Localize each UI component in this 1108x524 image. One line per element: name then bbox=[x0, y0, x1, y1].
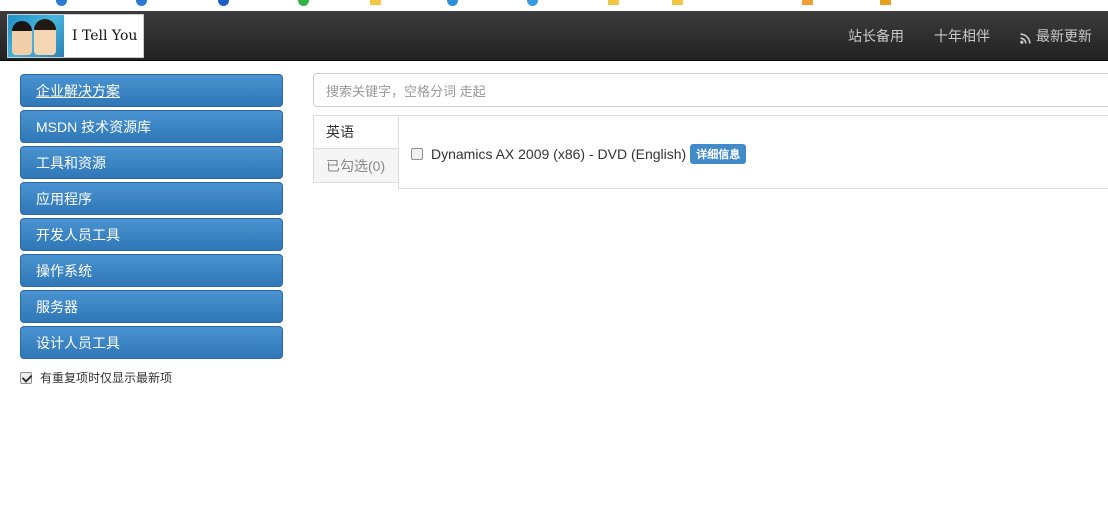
list-item: Dynamics AX 2009 (x86) - DVD (English) 详… bbox=[411, 144, 747, 164]
rss-icon bbox=[1020, 31, 1031, 44]
tab-selected[interactable]: 已勾选(0) bbox=[313, 149, 399, 183]
brand-text: I Tell You bbox=[72, 28, 138, 44]
tab-english[interactable]: 英语 bbox=[313, 115, 399, 149]
folder-icon[interactable] bbox=[672, 0, 686, 6]
sidebar-item-servers[interactable]: 服务器 bbox=[20, 290, 283, 323]
sidebar-item-operating-systems[interactable]: 操作系统 bbox=[20, 254, 283, 287]
sidebar-item-developer-tools[interactable]: 开发人员工具 bbox=[20, 218, 283, 251]
sidebar-item-applications[interactable]: 应用程序 bbox=[20, 182, 283, 215]
sidebar-item-designer-tools[interactable]: 设计人员工具 bbox=[20, 326, 283, 359]
nav-link-decade[interactable]: 十年相伴 bbox=[934, 26, 990, 46]
latest-only-option: 有重复项时仅显示最新项 bbox=[20, 369, 283, 386]
site-brand[interactable]: I Tell You bbox=[7, 14, 144, 58]
details-badge[interactable]: 详细信息 bbox=[690, 144, 747, 164]
search-input[interactable]: 搜索关键字，空格分词 走起 bbox=[313, 73, 1108, 107]
nav-link-webmaster[interactable]: 站长备用 bbox=[848, 26, 904, 46]
results-panel: Dynamics AX 2009 (x86) - DVD (English) 详… bbox=[398, 115, 1108, 189]
browser-bookmark-bar bbox=[0, 0, 1108, 11]
latest-only-checkbox[interactable] bbox=[20, 371, 32, 384]
sidebar-item-msdn-library[interactable]: MSDN 技术资源库 bbox=[20, 110, 283, 143]
logo-image bbox=[8, 15, 64, 57]
bookmark-icon[interactable] bbox=[218, 0, 232, 6]
category-sidebar: 企业解决方案 MSDN 技术资源库 工具和资源 应用程序 开发人员工具 操作系统… bbox=[20, 74, 283, 386]
latest-only-label: 有重复项时仅显示最新项 bbox=[40, 371, 173, 385]
nav-link-latest-updates[interactable]: 最新更新 bbox=[1020, 26, 1092, 46]
nav-links: 站长备用 十年相伴 最新更新 bbox=[818, 11, 1092, 61]
bookmark-icon[interactable] bbox=[56, 0, 70, 6]
sidebar-item-tools-resources[interactable]: 工具和资源 bbox=[20, 146, 283, 179]
folder-icon[interactable] bbox=[608, 0, 622, 6]
result-checkbox[interactable] bbox=[411, 148, 423, 160]
bookmark-icon[interactable] bbox=[447, 0, 461, 6]
language-tabs: 英语 已勾选(0) bbox=[313, 115, 399, 183]
bookmark-icon[interactable] bbox=[802, 0, 816, 6]
bookmark-icon[interactable] bbox=[136, 0, 150, 6]
sidebar-item-enterprise-solutions[interactable]: 企业解决方案 bbox=[20, 74, 283, 107]
search-placeholder: 搜索关键字，空格分词 走起 bbox=[326, 83, 486, 99]
bookmark-icon[interactable] bbox=[527, 0, 541, 6]
bookmark-icon[interactable] bbox=[298, 0, 312, 6]
result-title[interactable]: Dynamics AX 2009 (x86) - DVD (English) bbox=[431, 146, 686, 162]
bookmark-icon[interactable] bbox=[880, 0, 894, 6]
folder-icon[interactable] bbox=[370, 0, 384, 6]
top-navbar: I Tell You 站长备用 十年相伴 最新更新 bbox=[0, 11, 1108, 61]
